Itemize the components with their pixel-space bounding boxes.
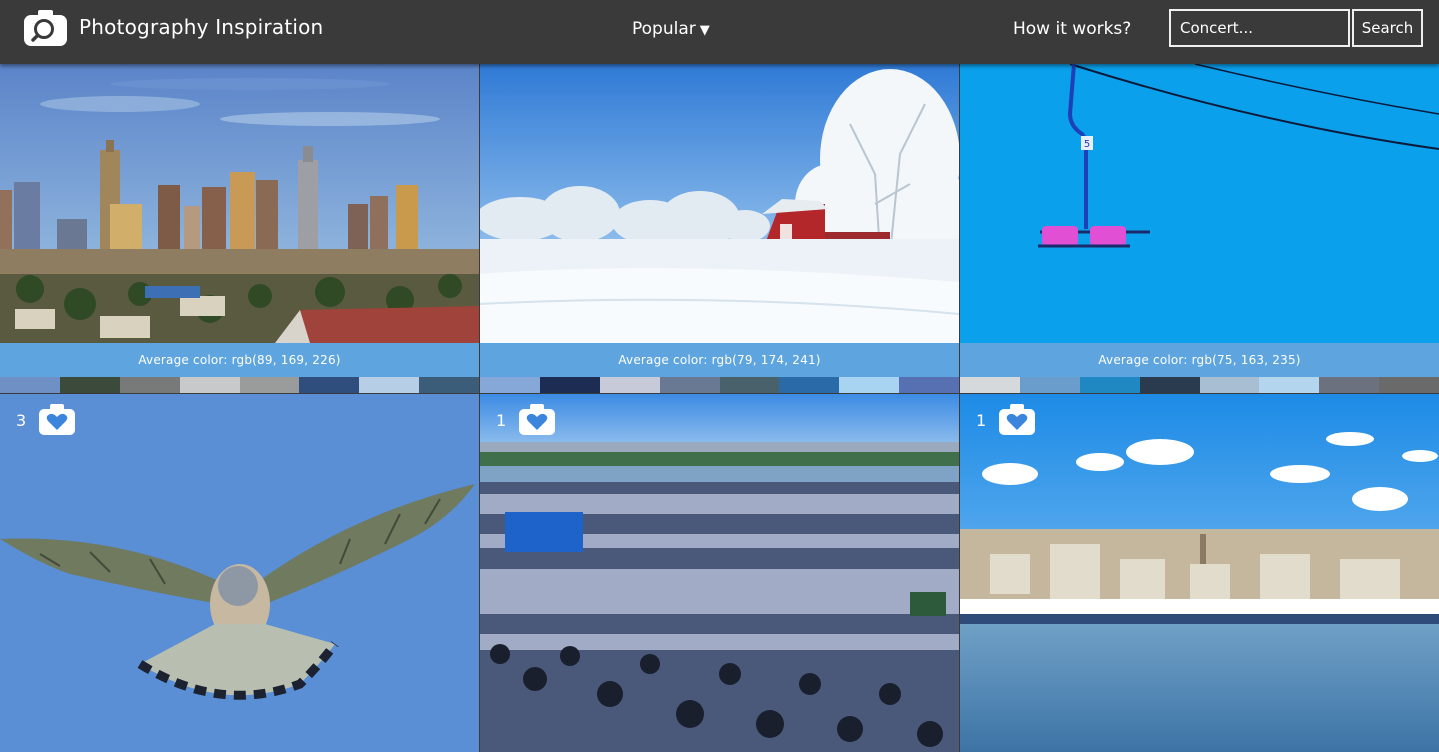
site-brand[interactable]: Photography Inspiration xyxy=(79,15,323,39)
color-palette xyxy=(960,377,1439,393)
favorite-count: 1 xyxy=(496,411,507,430)
chairlift-photo[interactable]: 5 xyxy=(960,64,1439,343)
palette-swatch xyxy=(419,377,479,393)
color-palette xyxy=(480,377,959,393)
festival-crowd-photo[interactable] xyxy=(480,394,959,752)
favorite-count: 1 xyxy=(976,411,987,430)
photo-tile-waterfront-city[interactable]: 1 xyxy=(960,394,1439,752)
palette-swatch xyxy=(480,377,540,393)
average-color-label: Average color: rgb(79, 174, 241) xyxy=(480,343,959,377)
favorite-count: 3 xyxy=(16,411,27,430)
palette-swatch xyxy=(179,377,240,393)
palette-swatch xyxy=(359,377,420,393)
palette-swatch xyxy=(59,377,120,393)
palette-swatch xyxy=(599,377,660,393)
popular-label: Popular xyxy=(632,19,696,39)
photo-tile-snowy-barn[interactable]: Average color: rgb(79, 174, 241) xyxy=(480,64,959,393)
search-button[interactable]: Search xyxy=(1352,9,1423,47)
palette-swatch xyxy=(1319,377,1380,393)
palette-swatch xyxy=(1199,377,1260,393)
palette-swatch xyxy=(1379,377,1439,393)
snowy-barn-photo[interactable] xyxy=(480,64,959,343)
palette-swatch xyxy=(299,377,360,393)
palette-swatch xyxy=(1079,377,1140,393)
camera-heart-icon[interactable] xyxy=(519,404,555,435)
palette-swatch xyxy=(0,377,60,393)
camera-heart-icon[interactable] xyxy=(999,404,1035,435)
palette-swatch xyxy=(119,377,180,393)
palette-swatch xyxy=(899,377,959,393)
palette-swatch xyxy=(539,377,600,393)
palette-swatch xyxy=(779,377,840,393)
popular-dropdown[interactable]: Popular ▼ xyxy=(632,19,710,39)
average-color-label: Average color: rgb(75, 163, 235) xyxy=(960,343,1439,377)
camera-search-icon[interactable] xyxy=(24,10,67,46)
photo-tile-chairlift[interactable]: 5 Average color: rgb(75, 163, 235) xyxy=(960,64,1439,393)
photo-tile-festival-crowd[interactable]: 1 xyxy=(480,394,959,752)
palette-swatch xyxy=(239,377,300,393)
search-input[interactable] xyxy=(1169,9,1350,47)
palette-swatch xyxy=(960,377,1020,393)
palette-swatch xyxy=(659,377,720,393)
color-palette xyxy=(0,377,479,393)
skyline-photo[interactable] xyxy=(0,64,479,343)
palette-swatch xyxy=(839,377,900,393)
palette-swatch xyxy=(1259,377,1320,393)
caret-down-icon: ▼ xyxy=(699,23,710,38)
top-nav-bar: Photography Inspiration Popular ▼ How it … xyxy=(0,0,1439,64)
camera-heart-icon[interactable] xyxy=(39,404,75,435)
photo-tile-kestrel[interactable]: 3 xyxy=(0,394,479,752)
palette-swatch xyxy=(719,377,780,393)
palette-swatch xyxy=(1139,377,1200,393)
kestrel-photo[interactable] xyxy=(0,394,479,752)
palette-swatch xyxy=(1019,377,1080,393)
how-it-works-link[interactable]: How it works? xyxy=(1013,19,1131,39)
waterfront-city-photo[interactable] xyxy=(960,394,1439,752)
photo-tile-skyline[interactable]: Average color: rgb(89, 169, 226) xyxy=(0,64,479,393)
svg-text:5: 5 xyxy=(1084,139,1090,150)
average-color-label: Average color: rgb(89, 169, 226) xyxy=(0,343,479,377)
